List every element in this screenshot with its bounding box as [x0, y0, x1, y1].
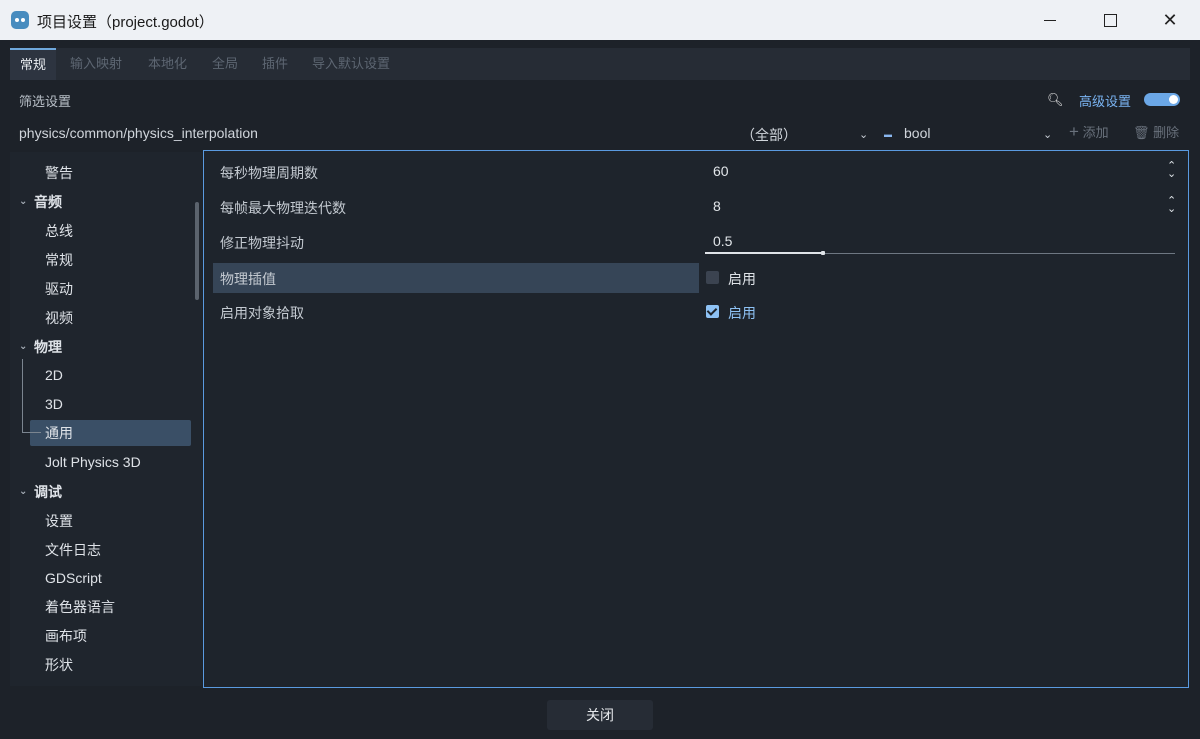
property-path-input[interactable]: physics/common/physics_interpolation: [19, 125, 258, 141]
plus-icon: +: [1069, 122, 1079, 141]
advanced-settings-label: 高级设置: [1079, 94, 1132, 109]
sidebar-item-canvas-items[interactable]: 画布项: [10, 623, 191, 649]
type-filter-select[interactable]: （全部）: [741, 125, 797, 145]
tab-input-map[interactable]: 输入映射: [70, 48, 122, 80]
property-row: 每帧最大物理迭代数 8 ⌃ ⌄: [213, 192, 1184, 222]
close-button[interactable]: 关闭: [547, 700, 653, 730]
window-title: 项目设置（project.godot）: [37, 14, 214, 31]
sidebar-item-gdscript[interactable]: GDScript: [10, 565, 191, 591]
sidebar-group-debug[interactable]: ⌄ 调试: [10, 479, 191, 505]
property-row: 启用对象拾取 启用: [213, 297, 1184, 327]
sidebar-item-buses[interactable]: 总线: [10, 218, 191, 244]
advanced-settings-toggle[interactable]: [1144, 93, 1180, 106]
chevron-down-icon: ⌄: [19, 486, 28, 497]
close-window-button[interactable]: ✕: [1140, 0, 1200, 40]
minimize-icon: [1044, 19, 1056, 21]
add-property-button[interactable]: + 添加: [1069, 122, 1109, 142]
maximize-button[interactable]: [1080, 0, 1140, 40]
jitter-fix-slider[interactable]: [705, 251, 1175, 255]
trash-icon: 🗑︎: [1133, 125, 1150, 140]
property-label: 启用对象拾取: [220, 305, 304, 321]
search-icon: 🔍︎: [1047, 92, 1064, 107]
sidebar-item-shader-language[interactable]: 着色器语言: [10, 594, 191, 620]
sidebar-item-general[interactable]: 常规: [10, 247, 191, 273]
property-label: 每帧最大物理迭代数: [220, 200, 346, 216]
property-row: 每秒物理周期数 60 ⌃ ⌄: [213, 157, 1184, 187]
value-type-select[interactable]: bool: [904, 125, 930, 141]
title-bar: 项目设置（project.godot） ✕: [0, 0, 1200, 40]
physics-interpolation-checkbox[interactable]: [706, 271, 719, 284]
sidebar-item-jolt-physics-3d[interactable]: Jolt Physics 3D: [10, 449, 191, 475]
sidebar-item-3d[interactable]: 3D: [10, 391, 191, 417]
sidebar-item-file-logging[interactable]: 文件日志: [10, 537, 191, 563]
tab-localization[interactable]: 本地化: [148, 48, 187, 80]
checkbox-label[interactable]: 启用: [728, 269, 756, 289]
spinner-arrows-icon[interactable]: ⌃ ⌄: [1167, 161, 1176, 180]
chevron-down-icon: ⌄: [859, 129, 869, 141]
tab-globals[interactable]: 全局: [212, 48, 238, 80]
property-label: 每秒物理周期数: [220, 165, 318, 181]
sidebar-item-2d[interactable]: 2D: [10, 362, 191, 388]
slider-grabber[interactable]: [820, 251, 825, 255]
sidebar-item-warnings[interactable]: 警告: [10, 160, 191, 186]
godot-logo-icon: [11, 11, 29, 29]
physics-ticks-per-second-input[interactable]: 60: [713, 163, 729, 179]
chevron-down-icon: ⌄: [19, 341, 28, 352]
close-icon: ✕: [1162, 9, 1178, 30]
property-value-cell: 启用: [213, 263, 1184, 293]
slider-fill: [705, 252, 823, 254]
maximize-icon: [1103, 13, 1117, 27]
settings-tab-bar: 常规 输入映射 本地化 全局 插件 导入默认设置: [10, 48, 1190, 80]
settings-sidebar: 警告 ⌄ 音频 总线 常规 驱动 视频 ⌄ 物理 2D 3D 通用 Jolt Phy…: [10, 152, 202, 686]
spinner-arrows-icon[interactable]: ⌃ ⌄: [1167, 196, 1176, 215]
sidebar-item-settings[interactable]: 设置: [10, 508, 191, 534]
tab-general[interactable]: 常规: [10, 48, 57, 80]
tab-import-defaults[interactable]: 导入默认设置: [312, 48, 390, 80]
sidebar-group-physics[interactable]: ⌄ 物理: [10, 334, 191, 360]
tree-guide-line: [22, 432, 41, 433]
object-picking-checkbox[interactable]: [706, 305, 719, 318]
property-inspector: 每秒物理周期数 60 ⌃ ⌄ 每帧最大物理迭代数 8 ⌃ ⌄ 修正物理抖动 0.5 …: [203, 150, 1189, 688]
sidebar-group-audio[interactable]: ⌄ 音频: [10, 189, 191, 215]
chevron-down-icon: ⌄: [19, 196, 28, 207]
sidebar-item-video[interactable]: 视频: [10, 305, 191, 331]
chevron-down-icon: ⌄: [1043, 129, 1053, 141]
filter-settings-input[interactable]: 筛选设置: [19, 91, 71, 110]
bool-type-icon: ▬: [884, 130, 892, 139]
jitter-fix-input[interactable]: 0.5: [713, 233, 732, 249]
sidebar-item-driver[interactable]: 驱动: [10, 276, 191, 302]
sidebar-item-shapes[interactable]: 形状: [10, 652, 191, 678]
delete-property-button[interactable]: 🗑︎ 删除: [1133, 122, 1179, 141]
checkbox-label[interactable]: 启用: [728, 303, 756, 323]
property-row: 修正物理抖动 0.5: [213, 227, 1184, 257]
tree-guide-line: [22, 359, 23, 432]
max-physics-steps-input[interactable]: 8: [713, 198, 721, 214]
property-label: 修正物理抖动: [220, 235, 304, 251]
sidebar-scrollbar[interactable]: [195, 202, 199, 300]
sidebar-item-common[interactable]: 通用: [30, 420, 191, 446]
minimize-button[interactable]: [1020, 0, 1080, 40]
tab-plugins[interactable]: 插件: [262, 48, 288, 80]
